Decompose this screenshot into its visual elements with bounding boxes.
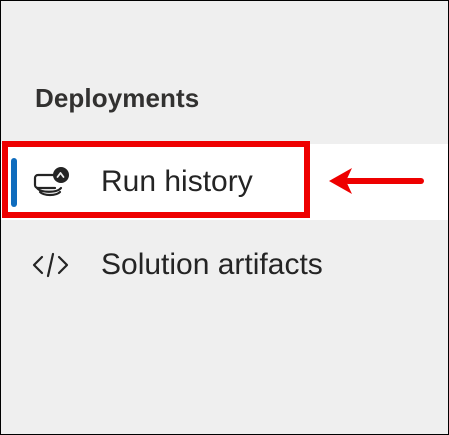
sidebar-item-label: Solution artifacts: [101, 248, 323, 281]
selection-indicator: [11, 158, 17, 207]
sidebar-item-solution-artifacts[interactable]: Solution artifacts: [1, 227, 448, 301]
sidebar-item-label: Run history: [101, 165, 253, 198]
left-arrow-icon: [326, 164, 424, 198]
run-history-icon: [31, 164, 71, 200]
code-icon: [31, 247, 71, 283]
side-navigation-panel: Deployments Run history Solution artifac…: [1, 1, 448, 434]
section-title: Deployments: [35, 83, 200, 113]
